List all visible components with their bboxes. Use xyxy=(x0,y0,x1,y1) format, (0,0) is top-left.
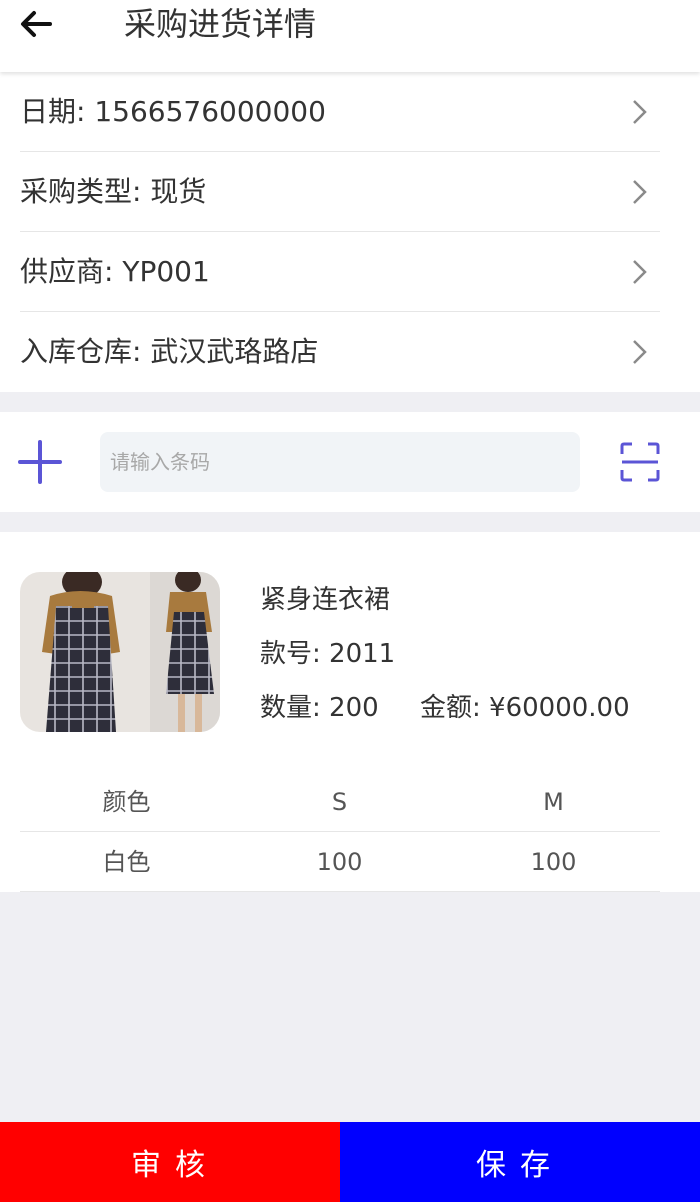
page-title: 采购进货详情 xyxy=(124,5,317,43)
warehouse-label: 入库仓库: 武汉武珞路店 xyxy=(20,335,319,368)
supplier-row[interactable]: 供应商: YP001 xyxy=(20,232,660,312)
cell-size-m: 100 xyxy=(530,848,577,876)
product-image[interactable] xyxy=(20,572,220,732)
date-row[interactable]: 日期: 1566576000000 xyxy=(20,72,660,152)
purchase-type-row[interactable]: 采购类型: 现货 xyxy=(20,152,660,232)
header-color: 颜色 xyxy=(102,788,151,816)
audit-button[interactable]: 审核 xyxy=(0,1122,350,1202)
size-table: 颜色 S M 白色 100 100 xyxy=(20,772,660,892)
purchase-type-label: 采购类型: 现货 xyxy=(20,175,207,208)
product-name: 紧身连衣裙 xyxy=(260,585,391,615)
chevron-right-icon xyxy=(633,260,647,284)
date-label: 日期: 1566576000000 xyxy=(20,95,326,128)
save-button[interactable]: 保存 xyxy=(340,1122,700,1202)
cell-color: 白色 xyxy=(102,848,151,876)
product-quantity: 数量: 200 xyxy=(260,693,379,723)
arrow-left-icon[interactable] xyxy=(16,4,56,44)
chevron-right-icon xyxy=(633,340,647,364)
info-list: 日期: 1566576000000 采购类型: 现货 供应商: YP001 入库… xyxy=(0,72,700,392)
header-size-s: S xyxy=(331,788,348,816)
cell-size-s: 100 xyxy=(316,848,363,876)
size-table-header: 颜色 S M xyxy=(20,772,660,832)
product-amount: 金额: ¥60000.00 xyxy=(420,693,630,723)
supplier-label: 供应商: YP001 xyxy=(20,255,210,288)
barcode-input[interactable] xyxy=(100,432,580,492)
scan-icon[interactable] xyxy=(620,442,660,482)
warehouse-row[interactable]: 入库仓库: 武汉武珞路店 xyxy=(20,312,660,392)
product-code: 款号: 2011 xyxy=(260,639,396,669)
plus-icon[interactable] xyxy=(18,440,62,484)
top-bar: 采购进货详情 xyxy=(0,0,700,72)
chevron-right-icon xyxy=(633,180,647,204)
table-row: 白色 100 100 xyxy=(20,832,660,892)
chevron-right-icon xyxy=(633,100,647,124)
header-size-m: M xyxy=(543,788,564,816)
